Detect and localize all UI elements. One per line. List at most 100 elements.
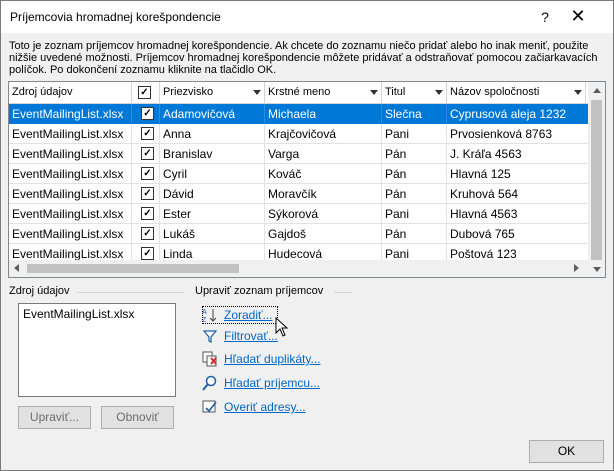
cell-company: Kruhová 564: [447, 184, 593, 203]
horizontal-scrollbar[interactable]: [9, 260, 605, 277]
table-row[interactable]: EventMailingList.xlsx ✓ Ester Sýkorová Pani H…: [9, 204, 593, 224]
cell-source: EventMailingList.xlsx: [9, 104, 132, 123]
recipient-checkbox[interactable]: ✓: [141, 207, 154, 220]
title-bar: Príjemcovia hromadnej korešpondencie ? ✕: [1, 1, 613, 33]
find-duplicates-icon: [202, 351, 217, 367]
cell-surname: Anna: [160, 124, 265, 143]
recipient-checkbox[interactable]: ✓: [141, 127, 154, 140]
data-source-divider: [77, 292, 184, 293]
cell-firstname: Gajdoš: [265, 224, 382, 243]
instructions-text: Toto je zoznam príjemcov hromadnej koreš…: [9, 40, 598, 76]
recipient-checkbox[interactable]: ✓: [141, 187, 154, 200]
column-dropdown-icon[interactable]: [253, 90, 261, 95]
validate-addresses-icon: [202, 400, 217, 413]
column-header-firstname[interactable]: Krstné meno: [265, 82, 382, 104]
table-row[interactable]: EventMailingList.xlsx ✓ Dávid Moravčík Pán Kr…: [9, 184, 593, 204]
column-header-firstname-label: Krstné meno: [268, 86, 331, 98]
recipient-checkbox[interactable]: ✓: [141, 167, 154, 180]
ok-button[interactable]: OK: [529, 440, 604, 463]
filter-icon: [202, 330, 218, 343]
filter-link[interactable]: Filtrovať...: [224, 329, 278, 343]
close-button[interactable]: ✕: [567, 5, 589, 27]
cell-surname: Ester: [160, 204, 265, 223]
cell-surname: Branislav: [160, 144, 265, 163]
cell-title: Pani: [382, 124, 447, 143]
column-header-source-label: Zdroj údajov: [12, 86, 73, 98]
cell-source: EventMailingList.xlsx: [9, 224, 132, 243]
data-source-item[interactable]: EventMailingList.xlsx: [23, 307, 171, 321]
recipients-grid[interactable]: Zdroj údajov ✓ Priezvisko Krstné meno Ti…: [8, 81, 606, 278]
cell-surname: Adamovičová: [160, 104, 265, 123]
cell-company: J. Kráľa 4563: [447, 144, 593, 163]
recipient-checkbox[interactable]: ✓: [141, 147, 154, 160]
cell-checkbox: ✓: [132, 124, 160, 143]
table-row[interactable]: EventMailingList.xlsx ✓ Anna Krajčovičová Pa…: [9, 124, 593, 144]
cell-title: Pani: [382, 204, 447, 223]
refresh-source-button[interactable]: Obnoviť: [101, 406, 174, 429]
refine-group-label: Upraviť zoznam príjemcov: [195, 285, 324, 297]
select-all-checkbox[interactable]: ✓: [138, 86, 151, 99]
cell-checkbox: ✓: [132, 204, 160, 223]
column-header-surname[interactable]: Priezvisko: [160, 82, 265, 104]
cell-title: Slečna: [382, 104, 447, 123]
column-dropdown-icon[interactable]: [435, 90, 443, 95]
column-dropdown-icon[interactable]: [574, 90, 582, 95]
cell-surname: Cyril: [160, 164, 265, 183]
scroll-right-icon[interactable]: [574, 264, 579, 272]
cell-checkbox: ✓: [132, 224, 160, 243]
horizontal-scroll-thumb[interactable]: [27, 264, 239, 273]
table-row[interactable]: EventMailingList.xlsx ✓ Lukáš Gajdoš Pán Dubo…: [9, 224, 593, 244]
cell-firstname: Michaela: [265, 104, 382, 123]
cell-source: EventMailingList.xlsx: [9, 124, 132, 143]
recipient-checkbox[interactable]: ✓: [141, 227, 154, 240]
scroll-left-icon[interactable]: [14, 264, 19, 272]
sort-link-focus: [202, 306, 278, 324]
column-header-company[interactable]: Názov spoločnosti: [447, 82, 586, 104]
data-source-list[interactable]: EventMailingList.xlsx: [18, 303, 176, 397]
column-header-title[interactable]: Titul: [382, 82, 447, 104]
column-header-source[interactable]: Zdroj údajov: [9, 82, 132, 104]
cell-firstname: Krajčovičová: [265, 124, 382, 143]
refine-divider: [334, 292, 352, 293]
cell-company: Prvosienková 8763: [447, 124, 593, 143]
cell-surname: Lukáš: [160, 224, 265, 243]
cell-company: Hlavná 4563: [447, 204, 593, 223]
grid-header: Zdroj údajov ✓ Priezvisko Krstné meno Ti…: [9, 82, 605, 104]
find-recipient-icon: [202, 375, 217, 391]
mail-merge-recipients-dialog: Príjemcovia hromadnej korešpondencie ? ✕…: [0, 0, 614, 471]
cell-firstname: Moravčík: [265, 184, 382, 203]
scroll-up-icon[interactable]: [593, 88, 601, 93]
cell-checkbox: ✓: [132, 164, 160, 183]
recipient-checkbox[interactable]: ✓: [141, 107, 154, 120]
column-header-surname-label: Priezvisko: [163, 86, 214, 98]
dialog-title: Príjemcovia hromadnej korešpondencie: [10, 10, 221, 24]
table-row[interactable]: EventMailingList.xlsx ✓ Branislav Varga Pán J…: [9, 144, 593, 164]
cell-source: EventMailingList.xlsx: [9, 164, 132, 183]
cell-firstname: Kováč: [265, 164, 382, 183]
cell-title: Pán: [382, 224, 447, 243]
table-row[interactable]: EventMailingList.xlsx ✓ Adamovičová Michael…: [9, 104, 593, 124]
scroll-down-icon[interactable]: [593, 267, 601, 272]
cell-title: Pán: [382, 184, 447, 203]
column-header-company-label: Názov spoločnosti: [450, 86, 540, 98]
column-header-checkbox[interactable]: ✓: [132, 82, 160, 104]
cell-source: EventMailingList.xlsx: [9, 184, 132, 203]
cell-firstname: Sýkorová: [265, 204, 382, 223]
table-row[interactable]: EventMailingList.xlsx ✓ Cyril Kováč Pán Hlavn…: [9, 164, 593, 184]
cell-surname: Dávid: [160, 184, 265, 203]
vertical-scrollbar[interactable]: [588, 82, 605, 260]
vertical-scroll-thumb[interactable]: [591, 100, 602, 260]
help-button[interactable]: ?: [536, 7, 554, 27]
column-dropdown-icon[interactable]: [370, 90, 378, 95]
recipient-checkbox[interactable]: ✓: [141, 247, 154, 260]
cell-company: Hlavná 125: [447, 164, 593, 183]
cell-source: EventMailingList.xlsx: [9, 204, 132, 223]
find-recipient-link[interactable]: Hľadať príjemcu...: [224, 376, 320, 390]
validate-addresses-link[interactable]: Overiť adresy...: [224, 400, 306, 414]
find-duplicates-link[interactable]: Hľadať duplikáty...: [224, 352, 321, 366]
column-header-title-label: Titul: [385, 86, 406, 98]
edit-source-button[interactable]: Upraviť...: [18, 406, 91, 429]
mouse-cursor-icon: [275, 317, 289, 337]
cell-title: Pán: [382, 164, 447, 183]
cell-company: Dubová 765: [447, 224, 593, 243]
